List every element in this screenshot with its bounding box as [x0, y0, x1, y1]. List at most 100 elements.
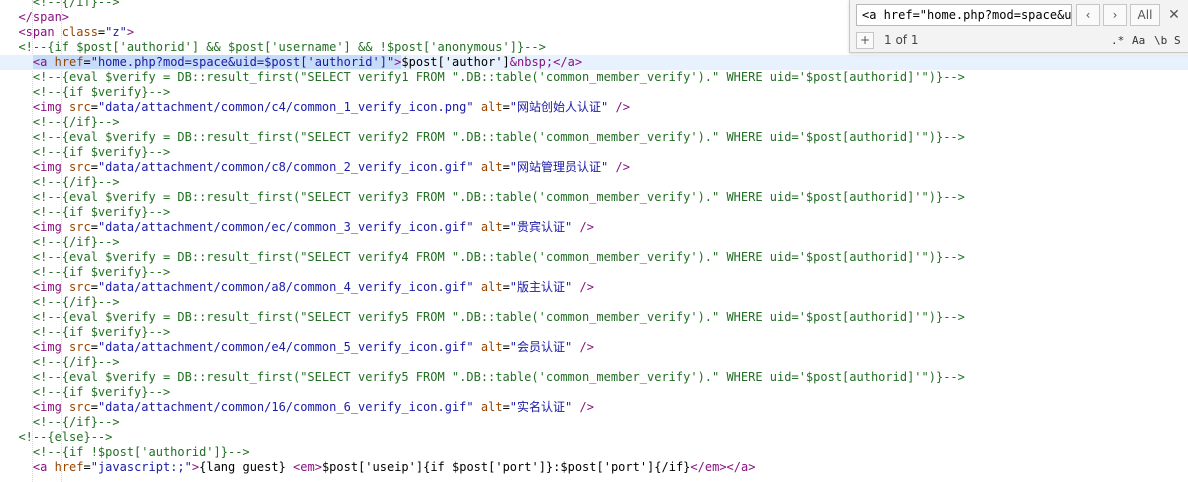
close-icon[interactable]: ✕: [1165, 4, 1183, 26]
code-token: =: [90, 100, 98, 114]
code-token: href: [54, 460, 84, 474]
code-token: src: [69, 220, 91, 234]
code-token: =: [502, 160, 510, 174]
find-prev-button[interactable]: ‹: [1076, 4, 1100, 26]
code-token: <img: [32, 280, 70, 294]
code-line[interactable]: <!--{/if}-->: [0, 235, 1188, 250]
code-token: <!--{else}-->: [4, 430, 113, 444]
code-line[interactable]: <!--{/if}-->: [0, 175, 1188, 190]
code-token: />: [572, 340, 594, 354]
code-token: alt: [480, 340, 503, 354]
code-token: <!--{eval $verify = DB::result_first("SE…: [4, 190, 965, 204]
code-line[interactable]: <!--{if $verify}-->: [0, 385, 1188, 400]
code-line[interactable]: <img src = "data/attachment/common/16/comm…: [0, 400, 1188, 415]
code-line[interactable]: <!--{if $verify}-->: [0, 325, 1188, 340]
code-token: <!--{if !$post['authorid']}-->: [4, 445, 250, 459]
code-line[interactable]: <!--{if !$post['authorid']}-->: [0, 445, 1188, 460]
code-token: <!--{eval $verify = DB::result_first("SE…: [4, 370, 965, 384]
case-sensitive-toggle[interactable]: Aa: [1130, 32, 1147, 49]
whole-word-toggle[interactable]: \b: [1152, 32, 1169, 49]
code-token: <!--{eval $verify = DB::result_first("SE…: [4, 70, 965, 84]
code-token: =: [90, 160, 98, 174]
match-count: 1 of 1: [884, 33, 919, 47]
code-line[interactable]: <a href="home.php?mod=space&uid=$post['a…: [0, 55, 1188, 70]
code-token: "data/attachment/common/e4/common_5_veri…: [97, 340, 474, 354]
code-token: <img: [32, 400, 70, 414]
find-next-button[interactable]: ›: [1103, 4, 1127, 26]
code-token: <!--{if $verify}-->: [4, 145, 171, 159]
code-line[interactable]: <img src="data/attachment/common/c8/comm…: [0, 160, 1188, 175]
code-token: "home.php?mod=space&uid=$post['authorid'…: [90, 55, 395, 69]
code-token: <!--{/if}-->: [4, 355, 120, 369]
code-token: <a: [32, 460, 55, 474]
code-token: &nbsp;: [509, 55, 554, 69]
code-token: $post['useip']{if $post['port']}:$post['…: [321, 460, 691, 474]
code-token: {lang guest}: [199, 460, 294, 474]
code-line[interactable]: <img src="data/attachment/common/e4/comm…: [0, 340, 1188, 355]
code-token: <img: [32, 160, 70, 174]
find-all-button[interactable]: All: [1130, 4, 1160, 26]
code-token: <!--{/if}-->: [4, 175, 120, 189]
code-token: src: [69, 280, 91, 294]
code-token: =: [502, 340, 510, 354]
code-token: <!--{eval $verify = DB::result_first("SE…: [4, 250, 965, 264]
chevron-right-icon: ›: [1112, 8, 1118, 22]
code-token: </span>: [4, 10, 70, 24]
code-token: =: [90, 280, 98, 294]
regex-toggle[interactable]: .*: [1109, 32, 1126, 49]
code-token: =: [502, 400, 510, 414]
code-line[interactable]: <img src="data/attachment/common/a8/comm…: [0, 280, 1188, 295]
selection-toggle[interactable]: S: [1172, 32, 1183, 49]
code-token: "data/attachment/common/c4/common_1_veri…: [97, 100, 474, 114]
code-token: =: [502, 220, 510, 234]
code-line[interactable]: <!--{/if}-->: [0, 415, 1188, 430]
code-token: "网站创始人认证": [509, 100, 609, 114]
code-line[interactable]: <!--{eval $verify = DB::result_first("SE…: [0, 370, 1188, 385]
code-token: "贵宾认证": [509, 220, 573, 234]
code-line[interactable]: <!--{/if}-->: [0, 355, 1188, 370]
code-token: <!--{eval $verify = DB::result_first("SE…: [4, 310, 965, 324]
code-line[interactable]: <!--{eval $verify = DB::result_first("SE…: [0, 250, 1188, 265]
code-token: =: [502, 100, 510, 114]
code-line[interactable]: <!--{if $verify}-->: [0, 265, 1188, 280]
add-search-button[interactable]: +: [856, 32, 874, 49]
code-token: src: [69, 100, 91, 114]
code-token: src: [69, 400, 91, 414]
code-token: <!--{/if}-->: [4, 235, 120, 249]
code-editor[interactable]: <!--{/if}--> </span> <span class = "z"> <!…: [0, 0, 1188, 482]
code-line[interactable]: <img src="data/attachment/common/c4/comm…: [0, 100, 1188, 115]
code-token: alt: [480, 400, 503, 414]
code-token: <!--{if $verify}-->: [4, 205, 171, 219]
code-line[interactable]: <!--{eval $verify = DB::result_first("SE…: [0, 70, 1188, 85]
code-token: <!--{eval $verify = DB::result_first("SE…: [4, 130, 965, 144]
code-line[interactable]: <!--{eval $verify = DB::result_first("SE…: [0, 130, 1188, 145]
code-line[interactable]: <img src="data/attachment/common/ec/comm…: [0, 220, 1188, 235]
code-token: =: [502, 280, 510, 294]
code-line[interactable]: <a href="javascript:;">{lang guest} <em>…: [0, 460, 1188, 475]
code-token: <img: [32, 340, 70, 354]
code-token: "data/attachment/common/a8/common_4_veri…: [97, 280, 474, 294]
code-line[interactable]: <!--{/if}-->: [0, 295, 1188, 310]
code-token: href: [54, 55, 84, 69]
code-token: </a>: [553, 55, 583, 69]
code-token: <!--{/if}-->: [4, 295, 120, 309]
code-line[interactable]: <!--{if $verify}-->: [0, 205, 1188, 220]
code-line[interactable]: <!--{if $verify}-->: [0, 145, 1188, 160]
code-line[interactable]: <!--{/if}-->: [0, 115, 1188, 130]
code-line[interactable]: <!--{eval $verify = DB::result_first("SE…: [0, 190, 1188, 205]
code-line[interactable]: <!--{eval $verify = DB::result_first("SE…: [0, 310, 1188, 325]
code-token: "data/attachment/common/16/common_6_veri…: [97, 400, 474, 414]
code-line[interactable]: <!--{else}-->: [0, 430, 1188, 445]
code-token: <span: [4, 25, 62, 39]
code-token: <em>: [293, 460, 322, 474]
code-token: "javascript:;": [90, 460, 192, 474]
find-input[interactable]: <a href="home.php?mod=space&u: [856, 4, 1072, 26]
code-line[interactable]: <!--{if $verify}-->: [0, 85, 1188, 100]
